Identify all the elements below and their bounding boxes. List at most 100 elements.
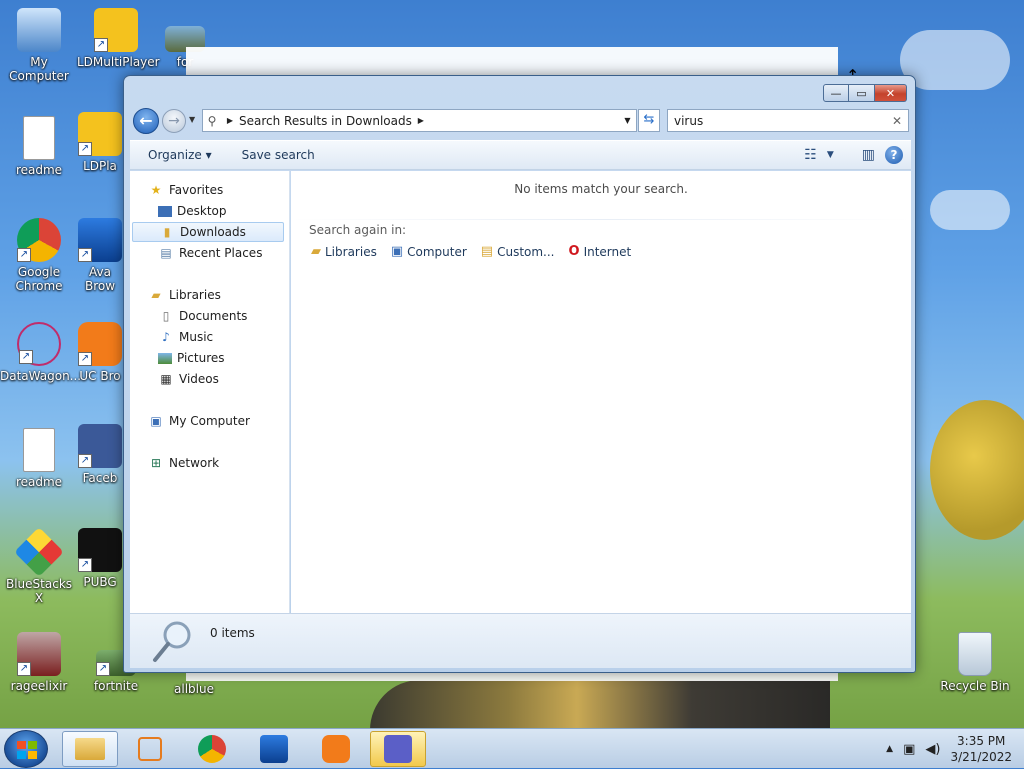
pictures-icon xyxy=(158,352,172,364)
volume-icon[interactable]: ◀) xyxy=(925,742,940,757)
recycle-bin-icon xyxy=(958,632,992,676)
taskbar-chrome[interactable] xyxy=(184,731,240,767)
desktop-icon-allblue[interactable]: allblue xyxy=(155,682,233,696)
network-status-icon[interactable]: ▣ xyxy=(903,742,915,757)
nav-libraries[interactable]: ▰ Libraries xyxy=(148,285,306,305)
desktop-icon-uc-browser[interactable]: ↗ UC Bro xyxy=(77,322,123,383)
nav-network[interactable]: ⊞ Network xyxy=(148,453,306,473)
taskbar: ▲ ▣ ◀) 3:35 PM 3/21/2022 xyxy=(0,728,1024,768)
nav-downloads[interactable]: ▮ Downloads xyxy=(132,222,284,242)
search-input[interactable]: virus xyxy=(674,114,892,128)
preview-pane-icon[interactable]: ▥ xyxy=(862,147,875,163)
desktop-icon-bluestacks-x[interactable]: BlueStacks X xyxy=(0,527,78,605)
desktop-icon-pubg[interactable]: ↗ PUBG xyxy=(77,528,123,589)
command-bar-right: ☷ ▼ ▥ ? xyxy=(804,146,911,164)
taskbar-uc-browser[interactable] xyxy=(308,731,364,767)
maximize-button[interactable]: ▭ xyxy=(849,84,875,102)
desktop-icon-ldmultiplayer[interactable]: ↗ LDMultiPlayer xyxy=(77,8,160,69)
desktop-icon-ldplayer[interactable]: ↗ LDPla xyxy=(77,112,123,173)
search-again-custom[interactable]: ▤ Custom... xyxy=(481,244,555,259)
nav-documents[interactable]: ▯ Documents xyxy=(158,306,286,326)
desktop-icon-recycle-bin[interactable]: Recycle Bin xyxy=(936,632,1014,693)
nav-pictures[interactable]: Pictures xyxy=(158,348,286,368)
change-view-icon[interactable]: ☷ xyxy=(804,147,817,163)
chrome-icon: ↗ xyxy=(17,218,61,262)
no-results-message: No items match your search. xyxy=(514,182,688,196)
desktop-icon-readme-2[interactable]: readme xyxy=(0,428,78,489)
close-button[interactable]: ✕ xyxy=(875,84,907,102)
pubg-icon: ↗ xyxy=(78,528,122,572)
videos-icon: ▦ xyxy=(160,372,172,386)
search-again-links: ▰ Libraries ▣ Computer ▤ Custom... O Int… xyxy=(311,244,631,259)
shortcut-arrow-icon: ↗ xyxy=(78,142,92,156)
shortcut-arrow-icon: ↗ xyxy=(78,352,92,366)
datawagon-icon: ↗ xyxy=(17,322,61,366)
wallpaper-cloud xyxy=(930,190,1010,230)
text-file-icon xyxy=(23,428,55,472)
taskbar-explorer[interactable] xyxy=(62,731,118,767)
explorer-window[interactable]: — ▭ ✕ ← → ▼ ⚲ ▶ Search Results in Downlo… xyxy=(123,75,916,673)
navigation-pane: ★ Favorites Desktop ▮ Downloads ▤ Recent… xyxy=(130,171,290,613)
opera-icon: O xyxy=(568,244,580,259)
search-again-internet[interactable]: O Internet xyxy=(569,244,632,259)
refresh-icon: ⇆ xyxy=(643,112,655,127)
taskbar-avast-browser[interactable] xyxy=(246,731,302,767)
libraries-icon: ▰ xyxy=(311,244,321,259)
refresh-button[interactable]: ⇆ xyxy=(638,109,660,132)
item-count: 0 items xyxy=(210,626,255,640)
desktop-icon-readme[interactable]: readme xyxy=(0,116,78,177)
clock[interactable]: 3:35 PM 3/21/2022 xyxy=(950,733,1012,765)
breadcrumb-separator-icon[interactable]: ▶ xyxy=(221,116,239,125)
music-icon: ♪ xyxy=(162,330,170,344)
save-search-button[interactable]: Save search xyxy=(224,148,327,162)
desktop-icon-my-computer[interactable]: My Computer xyxy=(0,8,78,83)
show-hidden-icons-icon[interactable]: ▲ xyxy=(886,744,893,754)
nav-recent-places[interactable]: ▤ Recent Places xyxy=(158,243,286,263)
nav-music[interactable]: ♪ Music xyxy=(158,327,286,347)
search-again-label: Search again in: xyxy=(309,223,407,237)
media-player-icon xyxy=(138,737,162,761)
nav-my-computer[interactable]: ▣ My Computer xyxy=(148,411,306,431)
search-again-computer[interactable]: ▣ Computer xyxy=(391,244,467,259)
address-bar[interactable]: ⚲ ▶ Search Results in Downloads ▶ ▼ xyxy=(202,109,637,132)
nav-videos[interactable]: ▦ Videos xyxy=(158,369,286,389)
search-again-libraries[interactable]: ▰ Libraries xyxy=(311,244,377,259)
ldmultiplayer-icon: ↗ xyxy=(94,8,138,52)
back-button[interactable]: ← xyxy=(133,108,159,134)
organize-button[interactable]: Organize ▾ xyxy=(130,148,224,162)
desktop-icon-facebook[interactable]: ↗ Faceb xyxy=(77,424,123,485)
taskbar-media-player[interactable] xyxy=(122,731,178,767)
teams-icon xyxy=(384,735,412,763)
documents-icon: ▯ xyxy=(162,309,170,323)
start-button[interactable] xyxy=(4,730,48,768)
clear-search-icon[interactable]: ✕ xyxy=(892,114,902,128)
desktop-icon-google-chrome[interactable]: ↗ Google Chrome xyxy=(0,218,78,293)
desktop-icon-avast-browser[interactable]: ↗ Ava Brow xyxy=(77,218,123,293)
clock-time: 3:35 PM xyxy=(957,734,1006,748)
command-bar: Organize ▾ Save search ☷ ▼ ▥ ? xyxy=(130,140,911,170)
search-box[interactable]: virus ✕ xyxy=(667,109,909,132)
avast-browser-icon: ↗ xyxy=(78,218,122,262)
view-options-chevron-icon[interactable]: ▼ xyxy=(827,150,834,160)
divider xyxy=(291,219,911,220)
desktop-icon-rageelixir[interactable]: ↗ rageelixir xyxy=(0,632,78,693)
desktop-icon-datawagon[interactable]: ↗ DataWagon... xyxy=(0,322,81,383)
help-icon[interactable]: ? xyxy=(885,146,903,164)
rageelixir-icon: ↗ xyxy=(17,632,61,676)
taskbar-teams[interactable] xyxy=(370,731,426,767)
ldplayer-icon: ↗ xyxy=(78,112,122,156)
forward-button[interactable]: → xyxy=(162,109,186,133)
breadcrumb-chevron-icon[interactable]: ▶ xyxy=(412,116,430,125)
downloads-folder-icon: ▮ xyxy=(163,225,171,239)
shortcut-arrow-icon: ↗ xyxy=(17,662,31,676)
nav-desktop[interactable]: Desktop xyxy=(158,201,286,221)
text-file-icon xyxy=(23,116,55,160)
shortcut-arrow-icon: ↗ xyxy=(78,558,92,572)
facebook-icon: ↗ xyxy=(78,424,122,468)
nav-favorites[interactable]: ★ Favorites xyxy=(148,180,306,200)
breadcrumb-search-results[interactable]: Search Results in Downloads xyxy=(239,114,412,128)
minimize-button[interactable]: — xyxy=(823,84,849,102)
recent-pages-dropdown[interactable]: ▼ xyxy=(189,115,195,124)
address-dropdown-icon[interactable]: ▼ xyxy=(618,116,636,125)
address-bar-row: ← → ▼ ⚲ ▶ Search Results in Downloads ▶ … xyxy=(130,106,911,136)
